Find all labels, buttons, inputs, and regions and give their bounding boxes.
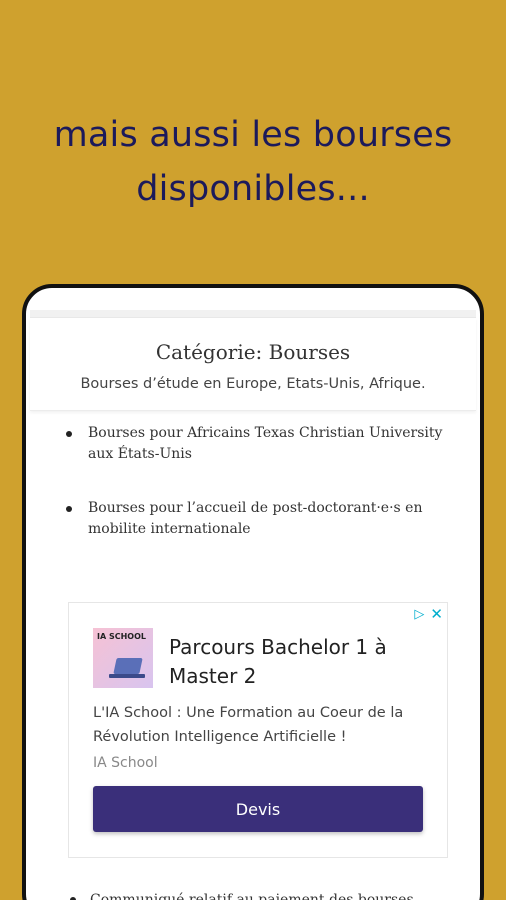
post-link[interactable]: Bourses pour l’accueil de post-doctorant… — [66, 498, 448, 540]
close-icon[interactable]: ✕ — [430, 605, 443, 623]
ad-cta-button[interactable]: Devis — [93, 786, 423, 832]
category-title: Catégorie: Bourses — [155, 340, 351, 364]
headline-line-2: disponibles... — [136, 169, 370, 209]
post-link-partial[interactable]: Communiqué relatif au paiement des bours… — [70, 892, 414, 900]
ad-logo-text: IA SCHOOL — [97, 632, 146, 641]
category-header: Catégorie: Bourses Bourses d’étude en Eu… — [30, 318, 476, 411]
ad-banner[interactable]: ▷ ✕ IA SCHOOL Parcours Bachelor 1 à Mast… — [68, 602, 448, 858]
category-description: Bourses d’étude en Europe, Etats-Unis, A… — [80, 376, 426, 392]
play-triangle-icon[interactable]: ▷ — [414, 607, 424, 622]
post-link[interactable]: Bourses pour Africains Texas Christian U… — [66, 423, 448, 465]
ad-logo-image[interactable]: IA SCHOOL — [93, 628, 153, 688]
ad-source: IA School — [93, 755, 158, 771]
phone-frame: Catégorie: Bourses Bourses d’étude en Eu… — [22, 284, 484, 900]
post-list: Bourses pour Africains Texas Christian U… — [30, 423, 476, 540]
headline-line-1: mais aussi les bourses — [53, 115, 453, 155]
phone-screen: Catégorie: Bourses Bourses d’étude en Eu… — [30, 310, 476, 900]
ad-title[interactable]: Parcours Bachelor 1 à Master 2 — [169, 633, 429, 691]
laptop-base — [109, 674, 145, 678]
laptop-icon — [113, 658, 143, 674]
ad-description: L'IA School : Une Formation au Coeur de … — [93, 705, 404, 745]
top-divider — [30, 310, 476, 318]
ad-controls: ▷ ✕ — [414, 605, 443, 623]
promo-headline: mais aussi les bourses disponibles... — [0, 108, 506, 216]
